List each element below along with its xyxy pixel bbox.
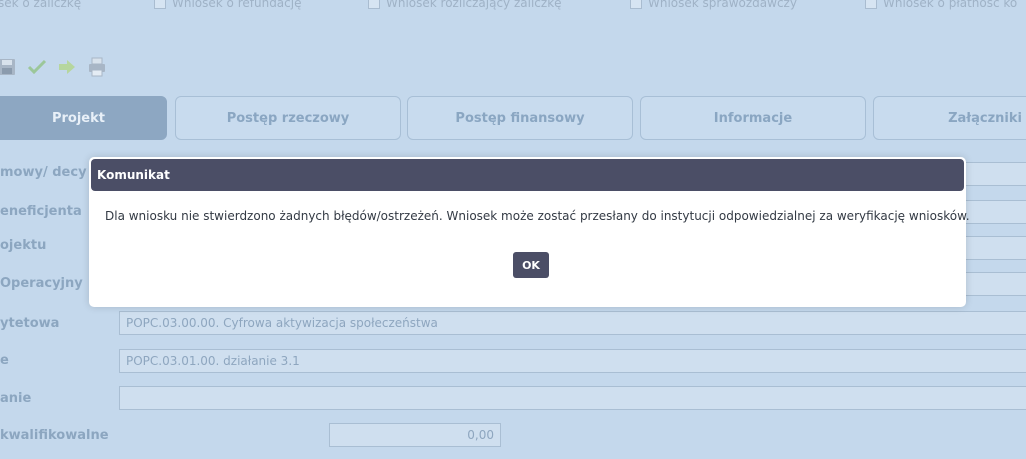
tab-postep-finansowy[interactable]: Postęp finansowy [407,96,633,140]
checkbox[interactable] [154,0,166,9]
checkbox-label: Wniosek o płatność ko [883,0,1018,10]
tab-label: Załączniki [948,110,1022,126]
checkbox-item[interactable]: sek o zaliczkę [0,0,81,10]
tab-label: Postęp rzeczowy [226,110,350,126]
checkbox-item[interactable]: Wniosek rozliczający zaliczkę [368,0,562,10]
print-icon[interactable] [86,56,108,78]
message-dialog: Komunikat Dla wniosku nie stwierdzono ża… [89,157,970,307]
form-label: anie [0,391,32,406]
dialog-title: Komunikat [97,168,170,182]
checkbox-item[interactable]: Wniosek sprawozdawczy [630,0,797,10]
save-icon[interactable] [0,56,18,78]
arrow-right-icon[interactable] [56,56,78,78]
form-label: ytetowa [0,316,60,331]
checkbox-label: Wniosek rozliczający zaliczkę [386,0,562,10]
checkbox-label: Wniosek o refundację [172,0,302,10]
ok-button[interactable]: OK [513,252,549,278]
checkbox-item[interactable]: Wniosek o refundację [154,0,301,10]
checkbox[interactable] [368,0,380,9]
form-label: ojektu [0,238,47,253]
checkbox-label: Wniosek sprawozdawczy [648,0,797,10]
project-tabs: Projekt Postęp rzeczowy Postęp finansowy… [0,96,1026,140]
checkbox-item[interactable]: Wniosek o płatność ko [865,0,1017,10]
check-icon[interactable] [26,56,48,78]
checkbox-label: sek o zaliczkę [0,0,82,10]
tab-label: Postęp finansowy [455,110,585,126]
toolbar [0,52,116,82]
tab-label: Informacje [713,110,793,126]
tab-informacje[interactable]: Informacje [640,96,866,140]
form-label: kwalifikowalne [0,428,109,443]
checkbox[interactable] [630,0,642,9]
tab-label: Projekt [51,110,105,126]
form-label: Operacyjny [0,276,83,291]
priority-axis-field[interactable]: POPC.03.00.00. Cyfrowa aktywizacja społe… [119,311,1026,335]
measure-field[interactable]: POPC.03.01.00. działanie 3.1 [119,349,1026,373]
checkbox[interactable] [865,0,877,9]
form-field[interactable] [119,386,1026,410]
tab-projekt[interactable]: Projekt [0,96,167,140]
form-label: e [0,353,9,368]
tab-zalaczniki[interactable]: Załączniki [873,96,1026,140]
form-label: mowy/ decy [0,165,87,180]
form-label: eneficjenta [0,204,82,219]
dialog-title-bar: Komunikat [91,159,964,191]
dialog-message: Dla wniosku nie stwierdzono żadnych błęd… [105,209,970,223]
report-type-checkboxes: sek o zaliczkę Wniosek o refundację Wnio… [0,0,1026,18]
tab-postep-rzeczowy[interactable]: Postęp rzeczowy [175,96,401,140]
eligible-amount-field[interactable]: 0,00 [329,423,501,447]
